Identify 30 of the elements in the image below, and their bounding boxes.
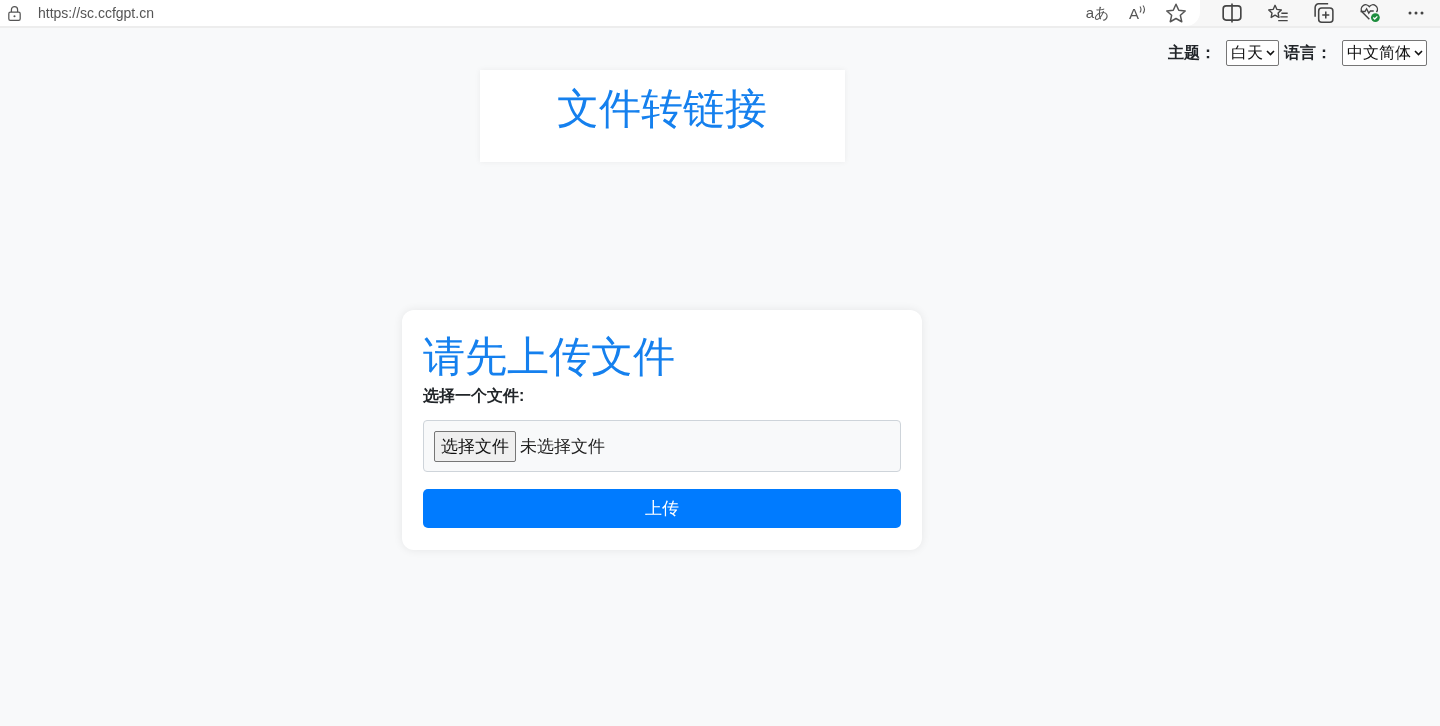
favorites-button[interactable] bbox=[1266, 2, 1290, 24]
setting-label: 语言： bbox=[1284, 42, 1332, 63]
setting-label: 主题： bbox=[1168, 42, 1216, 63]
setting-select[interactable]: 中文简体 bbox=[1342, 40, 1427, 66]
file-label: 选择一个文件: bbox=[423, 386, 525, 407]
lock-icon bbox=[8, 5, 21, 21]
url-text: https://sc.ccfgpt.cn bbox=[38, 5, 154, 21]
upload-button[interactable]: 上传 bbox=[423, 489, 901, 529]
split-screen-icon bbox=[1222, 3, 1242, 23]
page-title: 文件转链接 bbox=[557, 84, 767, 134]
choose-file-button[interactable]: 选择文件 bbox=[434, 430, 516, 462]
translate-button[interactable]: aあ bbox=[1083, 2, 1111, 24]
address-bar[interactable]: https://sc.ccfgpt.cn aあ A bbox=[0, 0, 1200, 26]
more-icon bbox=[1408, 11, 1424, 15]
chevron-icon bbox=[1414, 50, 1423, 56]
card-heading: 请先上传文件 bbox=[423, 332, 675, 382]
split-screen-button[interactable] bbox=[1220, 2, 1244, 24]
read-aloud-button[interactable]: A bbox=[1127, 2, 1148, 24]
file-status-text: 未选择文件 bbox=[520, 435, 605, 458]
heart-pulse-icon bbox=[1360, 3, 1380, 23]
setting-select[interactable]: 白天 bbox=[1226, 40, 1279, 66]
sound-waves-icon bbox=[1139, 4, 1146, 14]
star-list-icon bbox=[1268, 3, 1288, 23]
chevron-icon bbox=[1266, 50, 1275, 56]
health-button[interactable] bbox=[1358, 2, 1382, 24]
favorite-button[interactable] bbox=[1164, 2, 1188, 24]
collections-button[interactable] bbox=[1312, 2, 1336, 24]
file-input-field[interactable]: 选择文件 未选择文件 bbox=[423, 420, 901, 473]
collections-icon bbox=[1314, 3, 1334, 23]
star-icon bbox=[1166, 3, 1186, 23]
